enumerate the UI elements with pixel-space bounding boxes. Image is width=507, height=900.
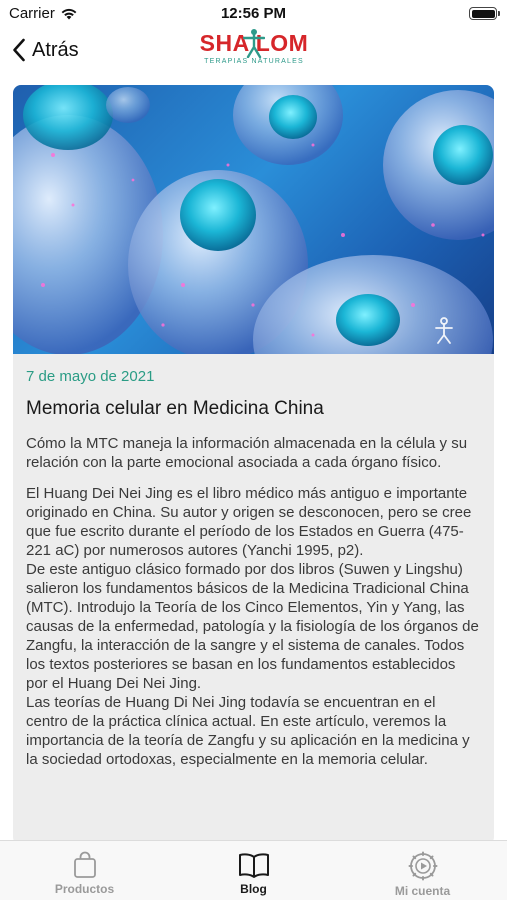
tab-label: Productos [54,882,115,896]
tab-blog[interactable]: Blog [169,841,338,900]
article-card: 7 de mayo de 2021 Memoria celular en Med… [13,85,494,845]
back-label: Atrás [32,38,79,61]
article-paragraph: Las teorías de Huang Di Nei Jing todavía… [26,694,470,768]
tab-bar: Productos Blog Mi cuenta [0,840,507,900]
article-body: 7 de mayo de 2021 Memoria celular en Med… [13,354,494,769]
battery-icon [469,7,500,20]
chevron-left-icon [13,38,25,62]
tab-label: Mi cuenta [394,884,451,898]
article-hero-image [13,85,494,354]
shalom-logo: SHA LOM TERAPIAS NATURALES [198,29,310,70]
logo-subtitle: TERAPIAS NATURALES [204,58,304,65]
back-button[interactable]: Atrás [12,38,79,62]
tab-productos[interactable]: Productos [0,841,169,900]
cells-illustration [13,85,494,354]
battery-level [471,9,495,18]
article-paragraph: De este antiguo clásico formado por dos … [26,561,479,692]
status-time: 12:56 PM [220,5,287,22]
nav-bar: Atrás SHA LOM TERAPIAS NATURALES [0,28,507,80]
article-date: 7 de mayo de 2021 [26,368,155,385]
book-icon [238,853,269,878]
status-bar: Carrier 12:56 PM [0,0,507,28]
article-title: Memoria celular en Medicina China [26,398,324,419]
account-gear-icon [408,851,437,881]
tab-mi-cuenta[interactable]: Mi cuenta [338,841,507,900]
article-summary: Cómo la MTC maneja la información almace… [26,435,468,471]
article-paragraph: El Huang Dei Nei Jing es el libro médico… [26,485,472,559]
vitruvian-figure-icon [243,29,265,58]
shopping-bag-icon [73,851,96,878]
tab-label: Blog [240,882,267,896]
